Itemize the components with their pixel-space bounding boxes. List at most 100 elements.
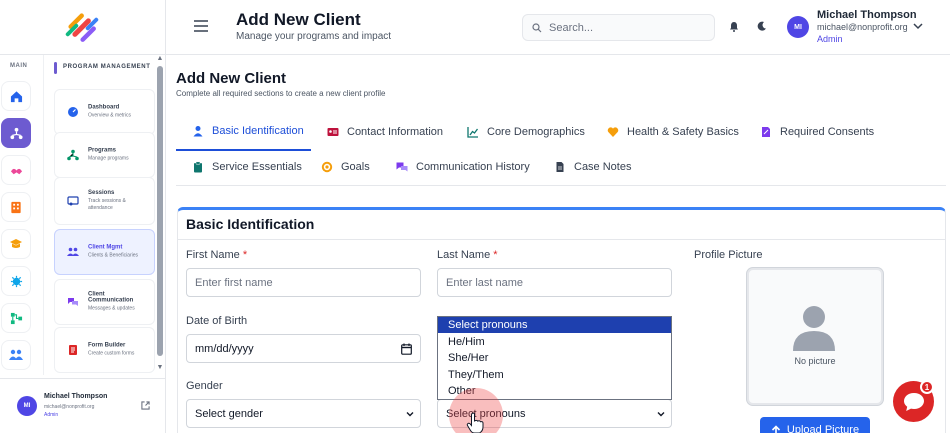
required-marker: * [493,249,498,261]
bell-icon[interactable] [729,21,739,32]
signature-icon [762,127,770,137]
sidebar-item-client-communication[interactable]: Client Communication Messages & updates [54,279,155,325]
chat-badge: 1 [920,380,934,394]
file-icon [556,162,564,172]
header-user-email: michael@nonprofit.org [817,22,908,32]
tab-goals[interactable]: Goals [321,148,370,186]
sessions-icon [67,196,79,206]
menu-icon[interactable] [194,20,208,32]
rail-handshake-icon[interactable] [1,155,31,185]
tab-label: Basic Identification [212,125,304,137]
id-card-icon [327,128,339,136]
chevron-down-icon [406,412,414,417]
sidebar-item-form-builder[interactable]: Form Builder Create custom forms [54,327,155,373]
chat-bubbles-icon [396,162,408,172]
dob-value: mm/dd/yyyy [195,342,254,355]
user-name: Michael Thompson [44,393,108,400]
label-text: Last Name [437,249,491,261]
sidebar-item-dashboard[interactable]: Dashboard Overview & metrics [54,89,155,135]
scroll-up-icon[interactable]: ▲ [156,55,164,62]
tab-health-safety-basics[interactable]: Health & Safety Basics [607,113,739,151]
sidebar-item-title: Form Builder [88,342,126,349]
label-text: First Name [186,249,240,261]
tab-core-demographics[interactable]: Core Demographics [467,113,585,151]
search-box[interactable] [522,14,715,41]
dob-input[interactable]: mm/dd/yyyy [186,334,421,363]
sidebar-item-subtitle: Clients & Beneficiaries [88,252,139,259]
rail-building-icon[interactable] [1,192,31,222]
rail-home-icon[interactable] [1,81,31,111]
profile-picture-label: Profile Picture [694,249,763,261]
header-avatar[interactable]: MI [787,16,809,38]
external-link-icon[interactable] [141,401,150,410]
sidebar-item-subtitle: Overview & metrics [88,112,132,119]
tab-case-notes[interactable]: Case Notes [554,148,631,186]
sidebar-item-title: Programs [88,147,117,154]
user-role: Admin [44,412,59,418]
scroll-down-icon[interactable]: ▼ [156,364,164,371]
last-name-field[interactable] [437,268,672,297]
first-name-input[interactable] [195,276,412,289]
chevron-down-icon [657,412,665,417]
dashboard-icon [68,107,78,117]
sidebar-scrollbar[interactable]: ▲ ▼ [156,55,164,374]
sidebar-item-title: Client Mgmt [88,244,123,251]
card-divider [178,239,945,240]
moon-icon[interactable] [757,21,767,31]
pronouns-option[interactable]: They/Them [438,367,671,383]
first-name-field[interactable] [186,268,421,297]
sidebar-item-subtitle: Track sessions & attendance [88,198,126,211]
scroll-thumb[interactable] [157,66,163,356]
chevron-down-icon[interactable] [913,22,923,30]
icon-rail: MAIN [0,55,44,375]
tab-label: Core Demographics [487,126,585,138]
rail-programs-icon[interactable] [1,118,31,148]
top-header: Add New Client Manage your programs and … [166,0,950,55]
last-name-label: Last Name * [437,249,498,261]
calendar-icon[interactable] [401,343,412,355]
tab-required-consents[interactable]: Required Consents [760,113,874,151]
upload-label: Upload Picture [786,424,860,433]
pronouns-option[interactable]: Select pronouns [438,317,671,333]
communication-icon [68,298,78,306]
no-picture-text: No picture [794,356,836,366]
gender-select[interactable]: Select gender [186,399,421,428]
required-marker: * [242,249,248,261]
form-section-title: Basic Identification [186,216,315,232]
tab-basic-identification[interactable]: Basic Identification [176,113,311,151]
sidebar-item-sessions[interactable]: Sessions Track sessions & attendance [54,177,155,225]
pronouns-option[interactable]: She/Her [438,350,671,366]
sidebar-item-subtitle: Create custom forms [88,350,135,357]
page-title: Add New Client [176,70,287,87]
clipboard-icon [194,161,202,173]
form-builder-icon [69,345,77,355]
gender-label: Gender [186,380,223,392]
user-placeholder-icon [793,306,835,351]
programs-icon [67,149,79,161]
tab-service-essentials[interactable]: Service Essentials [192,148,302,186]
user-icon [193,126,203,137]
tabs-divider [176,185,946,186]
rail-graduation-icon[interactable] [1,229,31,259]
app-logo[interactable] [64,10,100,46]
rail-users-icon[interactable] [1,340,31,370]
rail-network-icon[interactable] [1,303,31,333]
gender-value: Select gender [195,407,263,420]
upload-picture-button[interactable]: Upload Picture [760,417,870,433]
pronouns-option[interactable]: He/Him [438,334,671,350]
rail-label: MAIN [10,63,28,69]
search-input[interactable] [549,20,709,36]
sidebar-item-title: Sessions [88,190,115,196]
last-name-input[interactable] [446,276,663,289]
tab-label: Service Essentials [212,161,302,173]
tab-contact-information[interactable]: Contact Information [327,113,443,151]
avatar[interactable]: MI [17,396,37,416]
rail-virus-icon[interactable] [1,266,31,296]
header-user-name[interactable]: Michael Thompson [817,9,917,21]
sidebar-item-subtitle: Manage programs [88,155,129,162]
sidebar-item-client-mgmt[interactable]: Client Mgmt Clients & Beneficiaries [54,229,155,275]
sidebar-item-programs[interactable]: Programs Manage programs [54,132,155,178]
first-name-label: First Name * [186,249,247,261]
dob-label: Date of Birth [186,315,248,327]
tab-communication-history[interactable]: Communication History [396,148,530,186]
